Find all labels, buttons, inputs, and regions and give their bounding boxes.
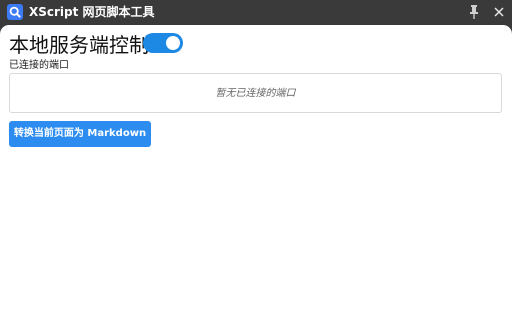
app-window: XScript 网页脚本工具 本地服务端控制 已连接的端口 暂无已连接的端口 转… bbox=[0, 0, 512, 320]
page-title: 本地服务端控制 bbox=[9, 33, 149, 57]
close-button[interactable] bbox=[491, 3, 507, 21]
ports-list: 暂无已连接的端口 bbox=[9, 73, 502, 113]
server-toggle[interactable] bbox=[143, 33, 183, 53]
ports-empty-text: 暂无已连接的端口 bbox=[215, 88, 296, 99]
title-bar: XScript 网页脚本工具 bbox=[0, 0, 512, 24]
main-panel: 本地服务端控制 已连接的端口 暂无已连接的端口 转换当前页面为 Markdown bbox=[0, 25, 512, 320]
toggle-knob bbox=[166, 36, 180, 50]
close-icon bbox=[494, 7, 504, 17]
convert-markdown-button[interactable]: 转换当前页面为 Markdown bbox=[9, 121, 151, 147]
search-icon bbox=[7, 4, 23, 20]
window-title: XScript 网页脚本工具 bbox=[29, 5, 155, 19]
ports-label: 已连接的端口 bbox=[9, 60, 69, 71]
pin-button[interactable] bbox=[466, 3, 482, 21]
pin-icon bbox=[470, 5, 478, 19]
